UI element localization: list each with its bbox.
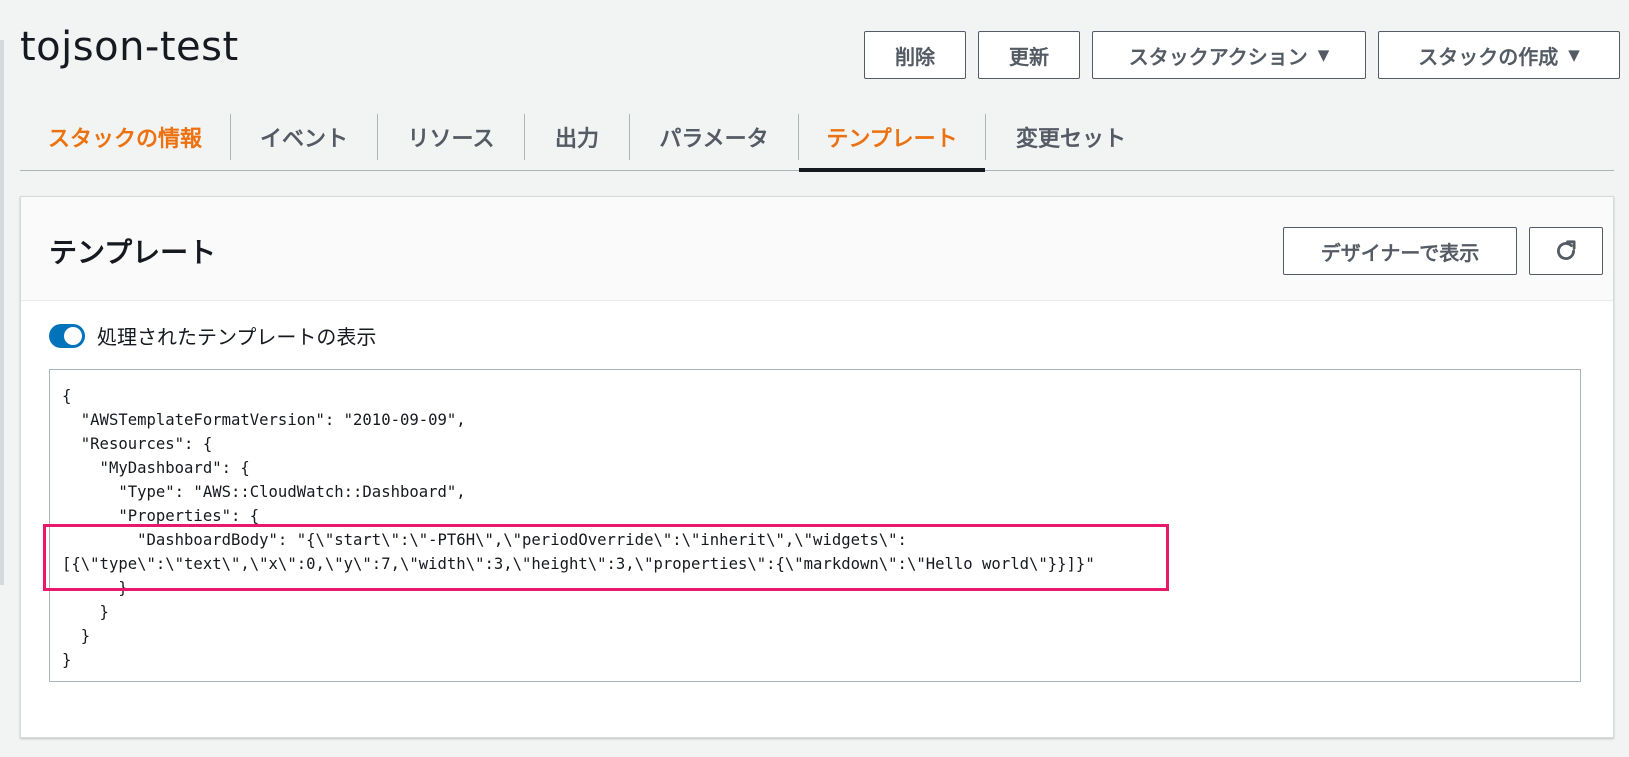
left-edge-bar (0, 40, 4, 585)
code-line: "Type": "AWS::CloudWatch::Dashboard", (62, 483, 466, 501)
code-line: } (62, 603, 109, 621)
code-line: "DashboardBody": "{\"start\":\"-PT6H\",\… (62, 531, 907, 549)
code-line: [{\"type\":\"text\",\"x\":0,\"y\":7,\"wi… (62, 555, 1095, 573)
refresh-button[interactable] (1529, 227, 1603, 275)
code-line: } (62, 579, 128, 597)
caret-down-icon: ▼ (1568, 46, 1580, 64)
tab-parameters[interactable]: パラメータ (630, 103, 798, 171)
page-title: tojson-test (20, 24, 239, 70)
code-line: "AWSTemplateFormatVersion": "2010-09-09"… (62, 411, 466, 429)
panel-actions: デザイナーで表示 (1283, 227, 1603, 275)
toggle-label: 処理されたテンプレートの表示 (97, 325, 377, 349)
tab-outputs[interactable]: 出力 (525, 103, 629, 171)
processed-template-toggle-row: 処理されたテンプレートの表示 (49, 321, 376, 350)
tab-events[interactable]: イベント (231, 103, 377, 171)
panel-title: テンプレート (49, 236, 217, 269)
stack-tabs: スタックの情報 イベント リソース 出力 パラメータ テンプレート 変更セット (20, 103, 1614, 172)
delete-button[interactable]: 削除 (864, 31, 966, 79)
view-in-designer-button[interactable]: デザイナーで表示 (1283, 227, 1517, 275)
stack-actions-button[interactable]: スタックアクション ▼ (1092, 31, 1366, 79)
update-button[interactable]: 更新 (978, 31, 1080, 79)
tab-change-sets[interactable]: 変更セット (986, 103, 1156, 171)
create-stack-label: スタックの作成 (1418, 44, 1559, 69)
panel-header: テンプレート デザイナーで表示 (21, 197, 1613, 301)
caret-down-icon: ▼ (1317, 46, 1330, 64)
header-actions: 削除 更新 スタックアクション ▼ スタックの作成 ▼ (864, 31, 1620, 79)
tab-template[interactable]: テンプレート (799, 103, 985, 172)
code-line: "MyDashboard": { (62, 459, 250, 477)
tab-resources[interactable]: リソース (378, 103, 524, 171)
code-line: "Properties": { (62, 507, 260, 525)
create-stack-button[interactable]: スタックの作成 ▼ (1378, 31, 1620, 79)
tab-stack-info[interactable]: スタックの情報 (20, 103, 230, 171)
processed-template-toggle[interactable] (49, 323, 85, 348)
code-line: "Resources": { (62, 435, 213, 453)
template-panel: テンプレート デザイナーで表示 処理されたテンプレートの表示 { "AWSTem… (20, 196, 1614, 738)
template-code-viewer[interactable]: { "AWSTemplateFormatVersion": "2010-09-0… (49, 369, 1581, 682)
code-line: } (62, 651, 72, 669)
code-line: { (62, 387, 72, 405)
code-line: } (62, 627, 91, 645)
stack-actions-label: スタックアクション (1128, 44, 1308, 69)
refresh-icon (1557, 240, 1576, 260)
